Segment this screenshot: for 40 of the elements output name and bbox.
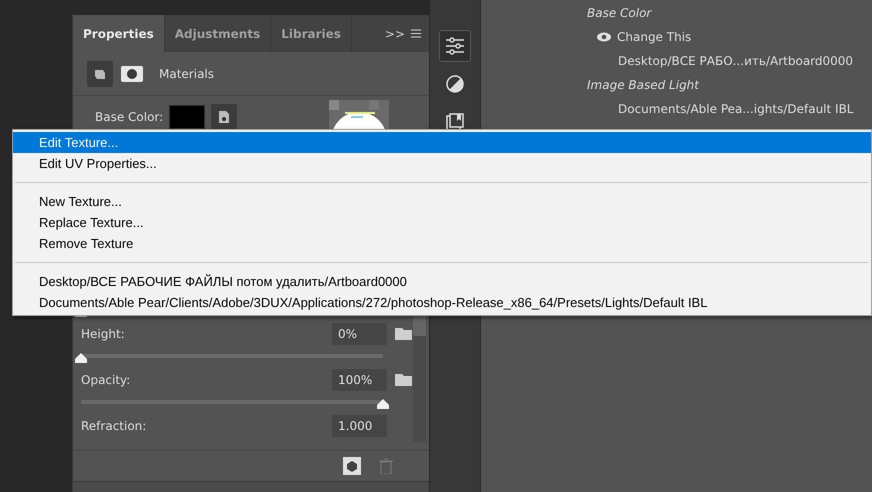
material-icon [94,68,106,80]
menu-item[interactable]: Edit Texture... [13,132,871,153]
value-field[interactable]: 100% [332,369,387,391]
panel-tab[interactable]: Properties [73,15,165,52]
adjustment-icon [446,75,464,93]
document-icon [217,110,232,124]
material-button[interactable] [87,60,113,86]
folder-icon[interactable] [395,327,413,341]
menu-item[interactable]: Desktop/ВСЕ РАБОЧИЕ ФАЙЛЫ потом удалить/Artboard0000 [13,271,871,292]
menu-item[interactable]: New Texture... [13,191,871,212]
group-heading: Base Color [587,6,652,20]
layer-text: Documents/Able Pea...ights/Default IBL [618,102,854,116]
color-swatch[interactable] [169,105,206,129]
property-label: Opacity: [81,373,132,387]
eye-icon[interactable] [597,32,611,42]
value-field[interactable]: 0% [332,323,387,345]
section-title: Materials [159,66,214,80]
group-heading: Image Based Light [587,78,699,92]
panel-tab[interactable]: Adjustments [164,15,272,52]
menu-item[interactable]: Remove Texture [13,233,871,254]
texture-button[interactable] [211,104,238,130]
overflow-button[interactable]: >> [384,26,405,40]
menu-item[interactable]: Documents/Able Pear/Clients/Adobe/3DUX/Applications/272/photoshop-Release_x86_64/Presets/Lights/Default IBL [13,292,871,313]
slider-thumb[interactable] [74,352,88,364]
menu-item[interactable]: Replace Texture... [13,212,871,233]
mask-icon[interactable] [121,66,143,82]
slider-thumb[interactable] [376,398,390,410]
sliders-icon [445,37,465,55]
layer-text: Desktop/ВСЕ РАБО...ить/Artboard0000 [618,54,854,68]
property-label: Refraction: [81,419,148,433]
folder-icon[interactable] [395,373,413,387]
value-field[interactable]: 1.000 [332,415,387,437]
library-icon [446,113,464,131]
property-label: Height: [81,327,126,341]
menu-icon[interactable] [411,29,421,38]
resize-grip[interactable] [73,481,429,492]
layer-text: Change This [617,30,692,44]
menu-item[interactable]: Edit UV Properties... [13,153,871,174]
cube-icon[interactable] [343,457,361,475]
base-color-label: Base Color: [95,110,164,124]
